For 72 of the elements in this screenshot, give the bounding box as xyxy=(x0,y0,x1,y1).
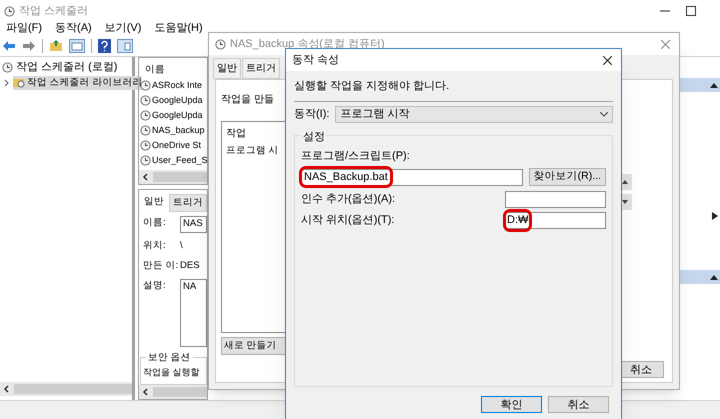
panel-icon[interactable] xyxy=(117,38,133,52)
clock-icon xyxy=(140,110,151,122)
menu-item[interactable]: 보기(V) xyxy=(104,20,142,37)
app-clock-icon xyxy=(4,6,15,16)
tab[interactable]: 트리거 xyxy=(169,194,207,212)
instruction-text: 실행할 작업을 지정해야 합니다. xyxy=(294,78,613,102)
browse-button[interactable]: 찾아보기(R)... xyxy=(528,168,606,186)
clock-icon xyxy=(140,80,151,92)
menu-item[interactable]: 동작(A) xyxy=(55,20,92,37)
task-row[interactable]: NAS_backup xyxy=(139,123,207,138)
column-header: 작업 xyxy=(226,127,247,141)
forward-arrow-icon[interactable] xyxy=(22,40,36,52)
dialog-title: 동작 속성 xyxy=(292,52,340,68)
start-in-field[interactable]: D:₩ xyxy=(505,212,606,229)
start-in-value: D:₩ xyxy=(506,212,530,229)
field-label: 위치: xyxy=(143,238,167,252)
name-field[interactable]: NAS xyxy=(180,216,207,232)
field-label: 설명: xyxy=(143,279,167,293)
collapse-icon[interactable] xyxy=(710,274,718,280)
menu-item[interactable]: 파일(F) xyxy=(6,20,42,37)
task-row[interactable]: User_Feed_S xyxy=(139,153,207,168)
horizontal-scrollbar[interactable] xyxy=(139,170,207,184)
args-label: 인수 추가(옵션)(A): xyxy=(301,192,396,208)
tab[interactable]: 트리거 xyxy=(242,58,280,79)
program-value: NAS_Backup.bat xyxy=(302,168,390,186)
chevron-down-icon xyxy=(600,112,608,116)
start-in-label: 시작 위치(옵션)(T): xyxy=(301,213,394,228)
clock-icon xyxy=(140,155,151,166)
security-text: 작업을 실행할 xyxy=(143,367,200,377)
close-icon[interactable] xyxy=(603,56,612,64)
args-field[interactable] xyxy=(505,191,606,208)
intro-text: 작업을 만들 xyxy=(221,93,275,107)
folder-up-icon[interactable] xyxy=(49,39,63,52)
ok-button[interactable]: 확인 xyxy=(481,396,542,412)
submenu-arrow-icon[interactable] xyxy=(712,212,718,220)
field-value: \ xyxy=(180,238,184,252)
chevron-right-icon[interactable] xyxy=(3,78,11,87)
action-dropdown[interactable]: 프로그램 시작 xyxy=(335,106,613,122)
field-value: DES xyxy=(180,258,201,273)
action-row[interactable]: 프로그램 시 xyxy=(226,144,285,158)
help-icon[interactable] xyxy=(98,38,111,52)
down-icon xyxy=(622,200,628,204)
cancel-button[interactable]: 취소 xyxy=(548,396,609,412)
horizontal-scrollbar[interactable] xyxy=(139,385,207,399)
clock-icon xyxy=(140,125,151,136)
clock-icon xyxy=(140,140,151,152)
tab[interactable]: 일반 xyxy=(213,58,241,79)
column-header: 이름 xyxy=(144,63,166,77)
program-field[interactable]: NAS_Backup.bat xyxy=(301,168,523,186)
new-button[interactable]: 새로 만들기 xyxy=(221,337,286,355)
action-label: 동작(I): xyxy=(294,106,330,122)
program-label: 프로그램/스크립트(P): xyxy=(301,148,411,164)
tree-item[interactable]: 작업 스케줄러 라이브러리 xyxy=(13,76,142,90)
clock-icon xyxy=(140,95,151,106)
menu-item[interactable]: 도움말(H) xyxy=(154,20,203,37)
group-title: 설정 xyxy=(301,128,327,145)
horizontal-scrollbar[interactable] xyxy=(0,382,132,396)
collapse-icon[interactable] xyxy=(710,82,718,88)
task-row[interactable]: OneDrive St xyxy=(139,138,207,154)
panel-icon[interactable] xyxy=(69,38,85,52)
folder-clock-icon xyxy=(13,77,25,88)
task-row[interactable]: GoogleUpda xyxy=(139,93,207,108)
field-label: 만든 이: xyxy=(143,258,177,273)
back-arrow-icon[interactable] xyxy=(2,40,16,52)
description-field[interactable]: NA xyxy=(180,279,207,347)
window-title: 작업 스케줄러 xyxy=(19,4,88,19)
up-icon xyxy=(622,180,628,184)
maximize-icon[interactable] xyxy=(686,6,696,16)
task-row[interactable]: GoogleUpda xyxy=(139,108,207,124)
tree-item[interactable]: 작업 스케줄러 (로컬) xyxy=(0,59,132,76)
clock-icon xyxy=(215,38,226,50)
field-label: 이름: xyxy=(143,216,167,230)
